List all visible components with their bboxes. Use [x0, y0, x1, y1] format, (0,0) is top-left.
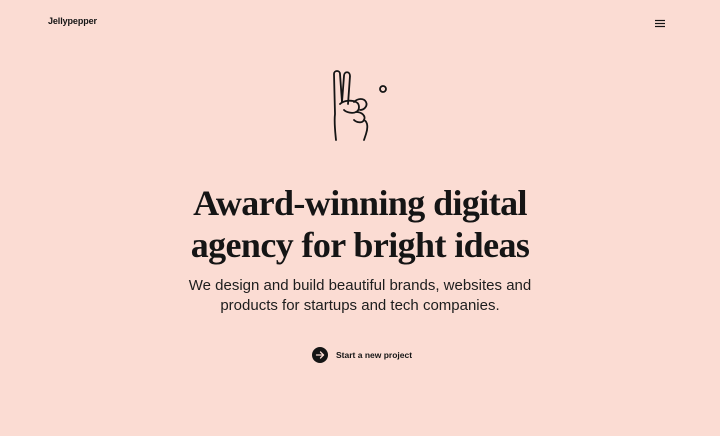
peace-hand-icon	[333, 70, 387, 141]
arrow-right-icon	[315, 351, 325, 359]
headline-line-2: agency for bright ideas	[190, 225, 530, 265]
headline-line-1: Award-winning digital	[193, 183, 527, 223]
hero-headline: Award-winning digital agency for bright …	[0, 182, 720, 266]
logo-link[interactable]: Jellypepper	[48, 16, 97, 26]
cta-label: Start a new project	[336, 350, 413, 360]
hamburger-menu-icon	[655, 19, 665, 28]
subhead-line-2: products for startups and tech companies…	[220, 297, 500, 314]
menu-button[interactable]	[650, 16, 670, 32]
hero-subheading: We design and build beautiful brands, we…	[0, 276, 720, 316]
site-header: Jellypepper	[0, 0, 720, 48]
start-project-button[interactable]: Start a new project	[312, 346, 412, 364]
subhead-line-1: We design and build beautiful brands, we…	[188, 277, 532, 294]
cta-circle	[312, 347, 328, 363]
